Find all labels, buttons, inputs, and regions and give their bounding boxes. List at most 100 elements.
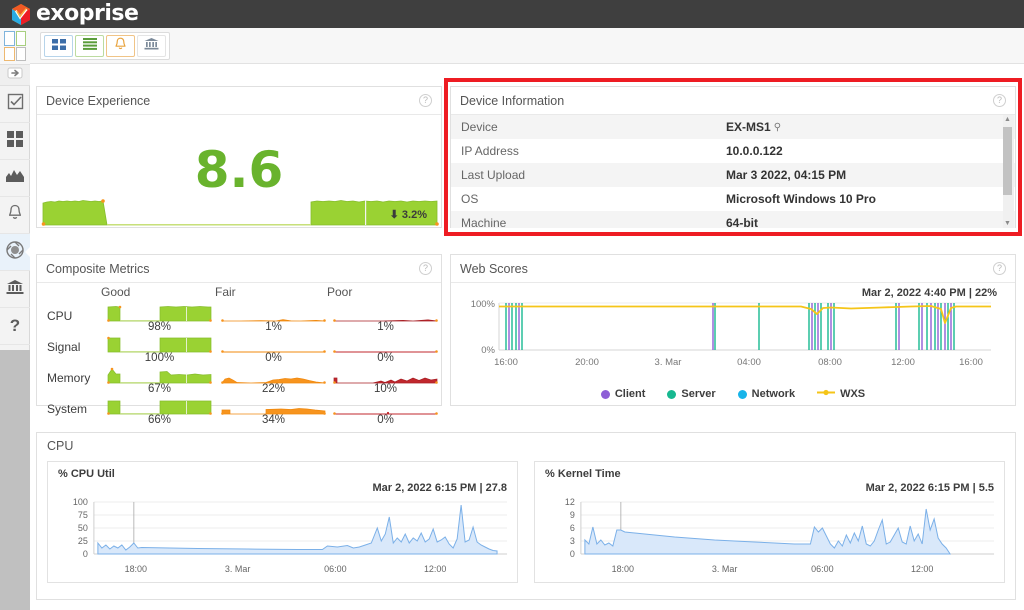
x-tick-0: 16:00	[494, 357, 518, 368]
legend-line-icon	[817, 388, 836, 400]
sidebar-item-dashboards[interactable]	[0, 123, 30, 160]
metric-poor-value: 0%	[377, 352, 394, 364]
swatch-blue[interactable]	[4, 31, 15, 46]
metric-fair-cell: 0%	[221, 336, 326, 364]
row-key: OS	[461, 192, 479, 206]
metric-good-cell: 66%	[107, 398, 212, 426]
link-icon[interactable]: ⚲	[774, 122, 781, 133]
legend-item-network[interactable]: Network	[737, 388, 795, 400]
web-scores-body: Mar 2, 2022 4:40 PM | 22% 100% 0% 16:00 …	[451, 283, 1015, 406]
x-tick-0: 18:00	[612, 564, 634, 574]
delta-value: 3.2%	[401, 209, 427, 221]
swatch-green[interactable]	[15, 31, 26, 46]
sidebar-item-service-watch[interactable]	[0, 234, 31, 271]
bank-building-icon	[6, 279, 24, 300]
left-rail: ?	[0, 28, 31, 610]
column-header-good: Good	[101, 285, 131, 299]
device-information-panel: Device Information ? Device EX-MS1 ⚲ IP …	[450, 86, 1016, 228]
device-experience-delta: ⬇ 3.2%	[390, 208, 427, 221]
cpu-section-title: CPU	[47, 439, 74, 453]
help-icon[interactable]: ?	[419, 94, 432, 107]
y-tick-3: 3	[570, 536, 575, 546]
y-tick-100: 100%	[471, 299, 496, 310]
scrollbar-thumb[interactable]	[1003, 127, 1012, 195]
sidebar-item-alarms[interactable]	[0, 197, 30, 234]
exoprise-cube-logo-icon	[10, 3, 32, 26]
row-value: Microsoft Windows 10 Pro	[726, 192, 876, 206]
metric-fair-cell: 34%	[221, 398, 326, 426]
sparkline-fair	[221, 350, 326, 353]
y-tick-0: 0	[83, 549, 88, 559]
legend-label: WXS	[840, 388, 866, 400]
swatch-gray[interactable]	[15, 46, 26, 61]
list-lines-icon	[82, 37, 97, 55]
help-icon[interactable]: ?	[993, 262, 1006, 275]
sidebar-item-help[interactable]: ?	[0, 308, 30, 345]
metric-poor-value: 10%	[373, 383, 398, 395]
x-tick-3: 12:00	[911, 564, 933, 574]
metric-good-value: 100%	[144, 352, 175, 364]
alarms-button[interactable]	[106, 35, 135, 57]
swatch-orange[interactable]	[4, 46, 15, 61]
y-tick-75: 75	[78, 510, 88, 520]
brand-logo[interactable]: exoprise	[10, 3, 139, 26]
metric-good-value: 66%	[147, 414, 172, 426]
x-tick-3: 04:00	[737, 357, 761, 368]
panel-title: Web Scores	[460, 261, 528, 276]
metric-label: CPU	[47, 309, 73, 323]
metric-fair-value: 22%	[261, 383, 286, 395]
y-tick-50: 50	[78, 523, 88, 533]
web-scores-header: Web Scores ?	[451, 255, 1015, 283]
column-header-poor: Poor	[327, 285, 353, 299]
metric-row: System 66% 34% 0%	[43, 398, 438, 426]
sidebar-item-analytics[interactable]	[0, 160, 30, 197]
enterprise-button[interactable]	[137, 35, 166, 57]
web-scores-timestamp: Mar 2, 2022 4:40 PM | 22%	[861, 287, 997, 299]
help-icon[interactable]: ?	[993, 94, 1006, 107]
color-swatch-grid[interactable]	[0, 28, 30, 64]
bell-icon	[7, 204, 23, 226]
arrow-right-icon	[7, 66, 23, 84]
x-tick-2: 06:00	[324, 564, 346, 574]
x-tick-4: 08:00	[818, 357, 842, 368]
metric-row: Memory 67% 22% 10%	[43, 367, 438, 395]
legend-dot-icon	[737, 389, 747, 399]
legend-item-server[interactable]: Server	[667, 388, 716, 400]
y-tick-12: 12	[565, 497, 575, 507]
metric-fair-value: 1%	[265, 321, 282, 333]
sidebar-item-enterprise[interactable]	[0, 271, 30, 308]
scroll-down-icon[interactable]: ▼	[1003, 220, 1012, 227]
list-view-button[interactable]	[75, 35, 104, 57]
sparkline-poor	[333, 377, 438, 384]
metric-poor-cell: 0%	[333, 336, 438, 364]
scroll-up-icon[interactable]: ▲	[1003, 116, 1012, 123]
rail-collapse-arrow[interactable]	[0, 64, 30, 86]
metric-fair-cell: 1%	[221, 305, 326, 333]
legend-label: Client	[614, 388, 646, 400]
composite-metrics-body: Good Fair Poor CPU 98% 1% 1% Signal 100%…	[37, 283, 441, 426]
row-key: IP Address	[461, 144, 519, 158]
tile-view-button[interactable]	[44, 35, 73, 57]
vertical-scrollbar[interactable]: ▲ ▼	[1003, 115, 1014, 228]
sidebar-item-tasks[interactable]	[0, 86, 30, 123]
metric-poor-value: 1%	[377, 321, 394, 333]
app-header: exoprise	[0, 0, 1024, 28]
help-icon[interactable]: ?	[419, 262, 432, 275]
legend-item-wxs[interactable]: WXS	[817, 388, 865, 400]
toolbar	[30, 28, 1024, 64]
legend-item-client[interactable]: Client	[600, 388, 646, 400]
rail-filler	[0, 350, 30, 610]
sparkline-good	[107, 367, 212, 384]
bank-building-icon	[144, 37, 159, 55]
app-root: exoprise ? Device Experience ? 8.6 ⬇ 3.2…	[0, 0, 1024, 610]
question-mark-icon: ?	[9, 316, 21, 335]
metric-label: System	[47, 402, 88, 416]
x-tick-1: 20:00	[575, 357, 599, 368]
row-key: Last Upload	[461, 168, 526, 182]
legend-dot-icon	[667, 389, 677, 399]
panel-title: Device Information	[460, 93, 565, 108]
device-information-rows: Device EX-MS1 ⚲ IP Address 10.0.0.122 La…	[451, 115, 1015, 228]
metric-poor-value: 0%	[377, 414, 394, 426]
area-chart-icon	[6, 168, 24, 188]
device-information-header: Device Information ?	[451, 87, 1015, 115]
